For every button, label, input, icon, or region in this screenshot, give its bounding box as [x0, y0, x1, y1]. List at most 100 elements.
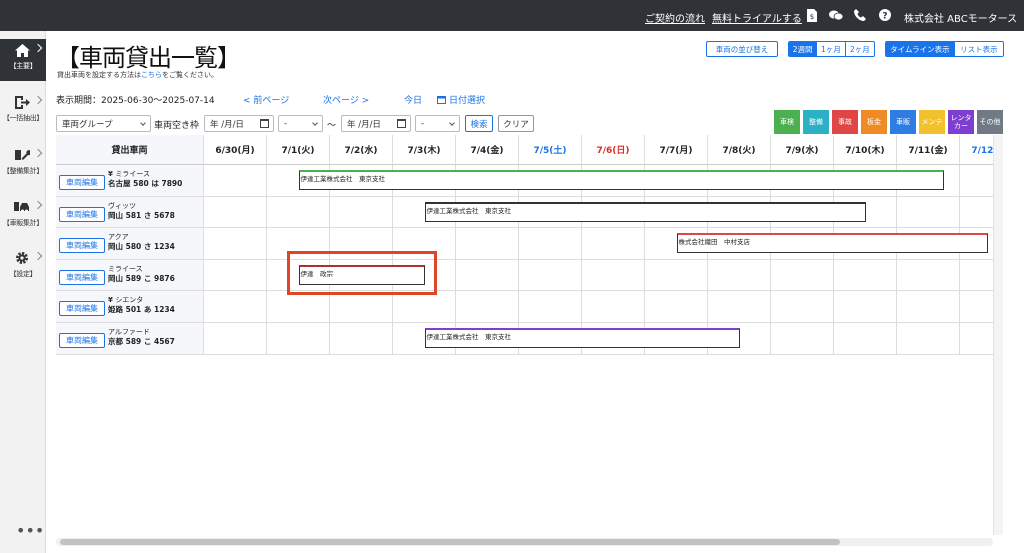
home-icon: [14, 43, 30, 57]
range-2months-button[interactable]: 2ヶ月: [846, 42, 874, 56]
sidebar-item-settings[interactable]: 【設定】: [0, 247, 46, 289]
page-title: 【車両貸出一覧】: [56, 44, 241, 72]
svg-text:?: ?: [882, 12, 887, 22]
date-header: 7/12(土): [960, 135, 993, 165]
row-divider: [56, 353, 993, 355]
vehicle-group-select[interactable]: 車両グループ: [56, 115, 151, 132]
help-icon[interactable]: ?: [878, 8, 892, 22]
chevron-down-icon: [449, 120, 455, 126]
vehicle-plate: 名古屋 580 は 7890: [108, 179, 183, 188]
vacancy-label: 車両空き枠: [154, 121, 200, 131]
date-header: 7/5(土): [519, 135, 582, 165]
edit-vehicle-button[interactable]: 車両編集: [59, 206, 105, 222]
date-select-label: 日付選択: [449, 96, 486, 106]
booking-bar[interactable]: 伊達工業株式会社 東京支社: [424, 328, 740, 348]
chevron-down-icon: [140, 120, 146, 126]
date-header: 7/3(木): [393, 135, 456, 165]
day-column: [645, 165, 708, 355]
highlight-box: [287, 251, 437, 295]
day-column: [897, 165, 960, 355]
contract-flow-link[interactable]: ご契約の流れ: [645, 10, 705, 25]
vehicle-name-text: アルファード: [108, 328, 150, 336]
booking-bar[interactable]: 株式会社織田 中村支店: [676, 233, 988, 254]
booking-bar[interactable]: 伊達工業株式会社 東京支社: [298, 170, 945, 190]
date-placeholder: 年 /月/日: [347, 119, 381, 130]
gear-icon: [14, 251, 30, 265]
vehicle-name-text: ミライース: [115, 170, 150, 178]
legend-chip: メンテ: [919, 110, 945, 134]
prev-page-link[interactable]: < 前ページ: [243, 93, 289, 106]
vehicle-plate: 姫路 501 あ 1234: [108, 305, 175, 315]
date-header: 7/1(火): [267, 135, 330, 165]
today-link[interactable]: 今日: [404, 93, 422, 106]
edit-vehicle-button[interactable]: 車両編集: [59, 269, 105, 285]
sort-vehicles-button[interactable]: 車両の並び替え: [706, 41, 778, 57]
vehicle-name-text: ミライース: [108, 264, 143, 273]
date-header: 7/9(水): [771, 135, 834, 165]
horizontal-scroll-thumb[interactable]: [60, 539, 840, 545]
phone-icon[interactable]: [853, 8, 867, 22]
sidebar-item-label: 【一括抽出】: [2, 114, 44, 122]
vacancy-start-date-input[interactable]: 年 /月/日: [204, 115, 274, 132]
search-button[interactable]: 検索: [465, 115, 493, 132]
chevron-down-icon: [312, 120, 318, 126]
day-column: [204, 165, 267, 355]
day-column: [456, 165, 519, 355]
legend-chip: 車検: [774, 110, 800, 134]
date-header: 7/7(月): [645, 135, 708, 165]
chevron-right-icon: [33, 200, 43, 210]
chat-icon[interactable]: [829, 8, 843, 22]
page-subtitle: 貸出車両を設定する方法はこちらをご覧ください。: [57, 70, 218, 80]
legend-chip: 車販: [890, 110, 916, 134]
range-2weeks-button[interactable]: 2週間: [789, 42, 818, 56]
date-select-link[interactable]: 日付選択: [437, 93, 485, 106]
legend-chip: 板金: [861, 110, 887, 134]
legend-chip: 整備: [803, 110, 829, 134]
sidebar-item-bulk-extract[interactable]: 【一括抽出】: [0, 91, 46, 133]
edit-vehicle-button[interactable]: 車両編集: [59, 238, 105, 254]
booking-bar[interactable]: 伊達工業株式会社 東京支社: [424, 201, 866, 222]
sidebar-item-main[interactable]: 【主要】: [0, 39, 46, 81]
calendar-icon: [397, 119, 406, 128]
clear-button[interactable]: クリア: [498, 115, 534, 132]
vehicle-row-header: 車両編集 アルファード 京都 589 こ 4567: [56, 323, 204, 355]
legend-chip: レンタカー: [948, 110, 974, 134]
day-column: [960, 165, 993, 355]
vehicle-plate: 京都 589 こ 4567: [108, 337, 175, 346]
legend-chip: 事故: [832, 110, 858, 134]
more-menu-icon[interactable]: •••: [16, 521, 44, 540]
vertical-scrollbar[interactable]: [993, 135, 1003, 535]
range-1month-button[interactable]: 1ヶ月: [817, 42, 846, 56]
free-trial-link[interactable]: 無料トライアルする: [712, 10, 802, 25]
list-view-button[interactable]: リスト表示: [955, 42, 1003, 56]
edit-vehicle-button[interactable]: 車両編集: [59, 301, 105, 317]
vacancy-end-date-input[interactable]: 年 /月/日: [341, 115, 411, 132]
vacancy-start-time-select[interactable]: -: [278, 115, 323, 132]
svg-text:$: $: [810, 13, 814, 21]
edit-vehicle-button[interactable]: 車両編集: [59, 333, 105, 348]
car-icon: [14, 200, 30, 214]
display-period: 表示期間：2025-06-30〜2025-07-14: [56, 96, 215, 106]
sidebar-item-maintenance-summary[interactable]: 【整備集計】: [0, 144, 46, 186]
vehicle-column-header: 貸出車両: [56, 135, 204, 165]
range-selector: 2週間 1ヶ月 2ヶ月: [788, 41, 875, 57]
edit-vehicle-button[interactable]: 車両編集: [59, 175, 105, 190]
sidebar-item-sales-summary[interactable]: 【車販集計】: [0, 196, 46, 238]
time-placeholder: -: [284, 118, 288, 129]
date-header: 6/30(月): [204, 135, 267, 165]
vehicle-row-header: 車両編集 アクア 岡山 580 さ 1234: [56, 228, 204, 260]
vehicle-name-text: アクア: [108, 233, 129, 242]
sidebar-item-label: 【車販集計】: [2, 219, 44, 227]
invoice-icon[interactable]: $: [805, 8, 819, 22]
date-header: 7/6(日): [582, 135, 645, 165]
company-name: 株式会社 ABCモータース: [904, 14, 1018, 25]
date-header: 7/4(金): [456, 135, 519, 165]
sidebar: 【主要】 【一括抽出】 【整備集計】 【車販集計】 【設定】 •••: [0, 31, 46, 553]
calendar-icon: [437, 96, 446, 104]
subtitle-text: 貸出車両を設定する方法は: [57, 71, 141, 79]
timeline-view-button[interactable]: タイムライン表示: [886, 42, 955, 56]
vacancy-end-time-select[interactable]: -: [415, 115, 460, 132]
date-header: 7/10(木): [834, 135, 897, 165]
help-link[interactable]: こちら: [141, 71, 162, 79]
next-page-link[interactable]: 次ページ >: [323, 93, 369, 106]
